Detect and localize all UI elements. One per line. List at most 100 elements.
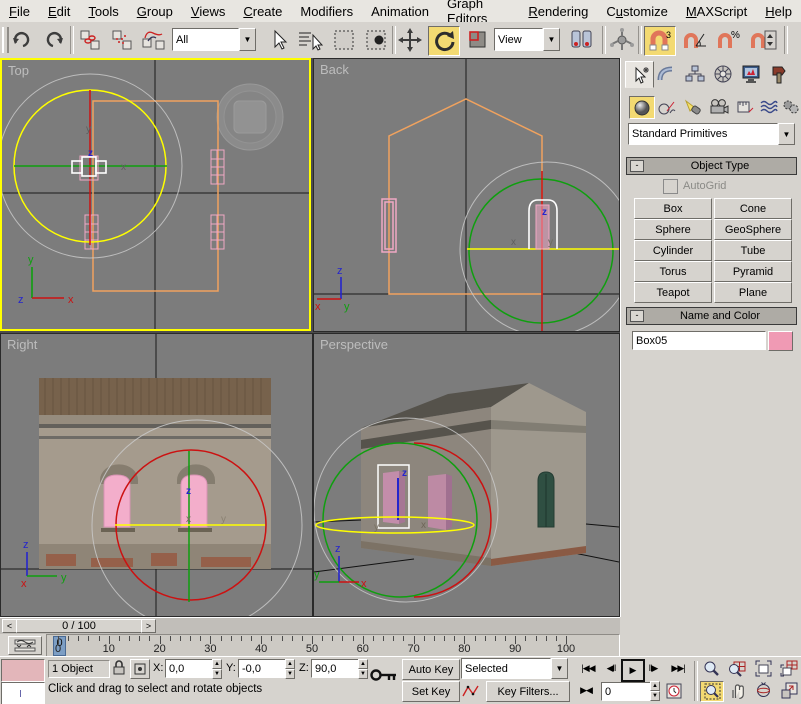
- object-type-tube[interactable]: Tube: [714, 240, 792, 261]
- rotate-gizmo[interactable]: [2, 74, 182, 258]
- rectangular-selection-region-icon[interactable]: [330, 26, 358, 54]
- reference-coordinate-dropdown[interactable]: View ▼: [494, 29, 560, 50]
- category-dropdown[interactable]: Standard Primitives ▼: [628, 124, 795, 144]
- menu-file[interactable]: File: [0, 2, 39, 21]
- select-and-rotate-button[interactable]: [428, 26, 460, 56]
- object-type-box[interactable]: Box: [634, 198, 712, 219]
- key-mode-toggle[interactable]: ▶◀: [576, 681, 596, 700]
- object-type-cylinder[interactable]: Cylinder: [634, 240, 712, 261]
- time-next-button[interactable]: >: [141, 619, 156, 633]
- tab-create[interactable]: [625, 61, 654, 88]
- next-frame-button[interactable]: ‖▶: [644, 659, 662, 678]
- track-bar-ruler[interactable]: 0 0102030405060708090100: [46, 634, 620, 657]
- open-mini-curve-editor-button[interactable]: [8, 636, 42, 655]
- absolute-mode-toggle[interactable]: [130, 659, 150, 679]
- menu-tools[interactable]: Tools: [79, 2, 127, 21]
- zoom-all-icon[interactable]: [726, 659, 748, 678]
- rollout-name-color[interactable]: - Name and Color: [626, 307, 797, 325]
- zoom-extents-icon[interactable]: [752, 659, 774, 678]
- viewport-right[interactable]: z x y z x y Right: [0, 333, 313, 617]
- subtab-lights[interactable]: [681, 96, 705, 117]
- use-pivot-point-center-icon[interactable]: [566, 26, 598, 54]
- viewcube-compass[interactable]: [217, 84, 283, 150]
- undo-icon[interactable]: [8, 26, 36, 54]
- select-and-link-icon[interactable]: [76, 26, 104, 54]
- previous-frame-button[interactable]: ◀‖: [602, 659, 620, 678]
- menu-group[interactable]: Group: [128, 2, 182, 21]
- key-filter-arrow-icon[interactable]: ▼: [551, 658, 568, 679]
- menu-modifiers[interactable]: Modifiers: [291, 2, 362, 21]
- select-and-move-icon[interactable]: [396, 26, 424, 54]
- select-by-name-icon[interactable]: [294, 26, 326, 54]
- rollout-object-type[interactable]: - Object Type: [626, 157, 797, 175]
- set-keys-key-icon[interactable]: [370, 667, 398, 686]
- time-slider-handle[interactable]: 0 / 100: [16, 619, 142, 633]
- snaps-toggle-button[interactable]: 3: [644, 26, 676, 56]
- collapse-icon[interactable]: -: [630, 160, 644, 172]
- category-dropdown-arrow-icon[interactable]: ▼: [778, 123, 795, 145]
- viewport-perspective[interactable]: z x y z y x Perspec: [313, 333, 620, 617]
- autogrid-checkbox[interactable]: [663, 179, 678, 194]
- new-key-curve-icon[interactable]: [461, 681, 481, 700]
- menu-edit[interactable]: Edit: [39, 2, 79, 21]
- menu-help[interactable]: Help: [756, 2, 801, 21]
- subtab-cameras[interactable]: [707, 96, 731, 117]
- viewport-right-canvas[interactable]: z x y z x y: [1, 334, 312, 616]
- zoom-extents-all-icon[interactable]: [778, 659, 800, 678]
- auto-key-button[interactable]: Auto Key: [402, 659, 460, 680]
- menu-create[interactable]: Create: [234, 2, 291, 21]
- selected-object[interactable]: z: [72, 148, 106, 180]
- select-object-icon[interactable]: [264, 26, 292, 54]
- object-color-swatch[interactable]: [768, 331, 793, 351]
- subtab-helpers[interactable]: [733, 96, 757, 117]
- tab-modify[interactable]: [653, 61, 680, 86]
- menu-animation[interactable]: Animation: [362, 2, 438, 21]
- viewport-back[interactable]: z x y z x y Back: [313, 58, 620, 332]
- time-slider-track[interactable]: < 0 / 100 >: [0, 617, 620, 635]
- object-type-pyramid[interactable]: Pyramid: [714, 261, 792, 282]
- key-filters-button[interactable]: Key Filters...: [486, 681, 570, 702]
- menu-customize[interactable]: Customize: [597, 2, 676, 21]
- unlink-selection-icon[interactable]: [108, 26, 136, 54]
- spinner-snap-toggle-icon[interactable]: [748, 26, 780, 54]
- tab-hierarchy[interactable]: [681, 61, 708, 86]
- coord-y-spinner[interactable]: ▲▼: [285, 659, 295, 678]
- viewport-perspective-canvas[interactable]: z x y z y x: [314, 334, 619, 616]
- coord-z-spinner[interactable]: ▲▼: [358, 659, 368, 678]
- coord-z-field[interactable]: 90,0: [311, 659, 361, 678]
- menu-views[interactable]: Views: [182, 2, 234, 21]
- reference-coordinate-arrow-icon[interactable]: ▼: [543, 28, 560, 51]
- viewport-back-canvas[interactable]: z x y z x y: [314, 59, 619, 331]
- coord-y-field[interactable]: -0,0: [238, 659, 288, 678]
- menu-maxscript[interactable]: MAXScript: [677, 2, 756, 21]
- tab-display[interactable]: [737, 61, 764, 86]
- collapse-icon[interactable]: -: [630, 310, 644, 322]
- subtab-spacewarps[interactable]: [757, 96, 781, 117]
- arc-rotate-icon[interactable]: [752, 681, 774, 700]
- object-type-geosphere[interactable]: GeoSphere: [714, 219, 792, 240]
- select-and-scale-icon[interactable]: [464, 26, 492, 54]
- object-type-sphere[interactable]: Sphere: [634, 219, 712, 240]
- viewport-top-canvas[interactable]: y x z y x z: [2, 60, 309, 329]
- selection-filter-arrow-icon[interactable]: ▼: [239, 28, 256, 51]
- set-key-button[interactable]: Set Key: [402, 681, 460, 702]
- current-frame-field[interactable]: 0: [601, 682, 653, 701]
- zoom-region-icon[interactable]: [700, 681, 724, 702]
- object-type-teapot[interactable]: Teapot: [634, 282, 712, 303]
- mini-listener-pink[interactable]: [1, 659, 45, 682]
- time-prev-button[interactable]: <: [2, 619, 17, 633]
- angle-snap-toggle-icon[interactable]: [680, 26, 710, 54]
- menu-rendering[interactable]: Rendering: [519, 2, 597, 21]
- key-filter-dropdown[interactable]: Selected ▼: [461, 659, 568, 678]
- bind-to-space-warp-icon[interactable]: [140, 26, 168, 54]
- coord-x-spinner[interactable]: ▲▼: [212, 659, 222, 678]
- subtab-geometry[interactable]: [629, 96, 655, 119]
- object-type-torus[interactable]: Torus: [634, 261, 712, 282]
- selection-lock-icon[interactable]: [112, 659, 126, 679]
- tab-motion[interactable]: [709, 61, 736, 86]
- object-name-field[interactable]: Box05: [632, 331, 766, 350]
- select-and-manipulate-icon[interactable]: [608, 26, 636, 54]
- selection-filter-dropdown[interactable]: All ▼: [172, 29, 256, 50]
- frame-spinner[interactable]: ▲▼: [650, 681, 660, 700]
- redo-icon[interactable]: [40, 26, 68, 54]
